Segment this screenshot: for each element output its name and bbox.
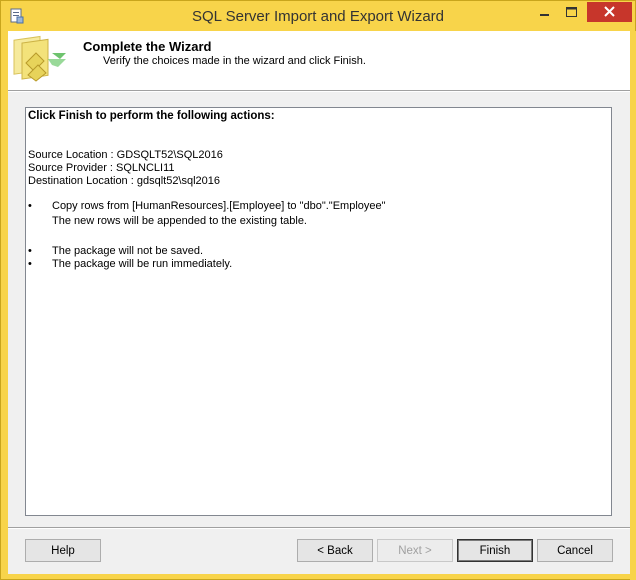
source-location: Source Location : GDSQLT52\SQL2016 bbox=[28, 149, 223, 161]
action-not-saved: The package will not be saved. bbox=[52, 245, 204, 257]
client-area: Complete the Wizard Verify the choices m… bbox=[8, 31, 630, 574]
minimize-button[interactable] bbox=[531, 2, 557, 22]
source-provider: Source Provider : SQLNCLI11 bbox=[28, 162, 175, 174]
close-icon bbox=[604, 6, 615, 17]
wizard-window: SQL Server Import and Export Wizard Comp… bbox=[0, 0, 636, 580]
window-border bbox=[630, 31, 636, 580]
destination-location: Destination Location : gdsqlt52\sql2016 bbox=[28, 175, 221, 187]
cancel-button[interactable]: Cancel bbox=[537, 539, 613, 562]
close-button[interactable] bbox=[587, 2, 632, 22]
page-subtitle: Verify the choices made in the wizard an… bbox=[103, 55, 366, 67]
bullet-icon: • bbox=[28, 258, 32, 270]
action-copy-rows: Copy rows from [HumanResources].[Employe… bbox=[52, 200, 386, 212]
page-title: Complete the Wizard bbox=[83, 39, 212, 54]
wizard-header: Complete the Wizard Verify the choices m… bbox=[8, 31, 630, 90]
title-bar[interactable]: SQL Server Import and Export Wizard bbox=[1, 1, 635, 31]
summary-heading: Click Finish to perform the following ac… bbox=[28, 110, 275, 122]
bullet-icon: • bbox=[28, 200, 32, 212]
help-button[interactable]: Help bbox=[25, 539, 101, 562]
action-run-immediately: The package will be run immediately. bbox=[52, 258, 233, 270]
footer-divider-highlight bbox=[8, 528, 630, 529]
action-copy-rows-detail: The new rows will be appended to the exi… bbox=[52, 215, 307, 227]
wizard-icon bbox=[8, 31, 70, 90]
header-divider-highlight bbox=[8, 91, 630, 92]
finish-button[interactable]: Finish bbox=[457, 539, 533, 562]
next-button[interactable]: Next > bbox=[377, 539, 453, 562]
maximize-button[interactable] bbox=[558, 2, 584, 22]
summary-textbox[interactable]: Click Finish to perform the following ac… bbox=[25, 107, 612, 516]
bullet-icon: • bbox=[28, 245, 32, 257]
back-button[interactable]: < Back bbox=[297, 539, 373, 562]
